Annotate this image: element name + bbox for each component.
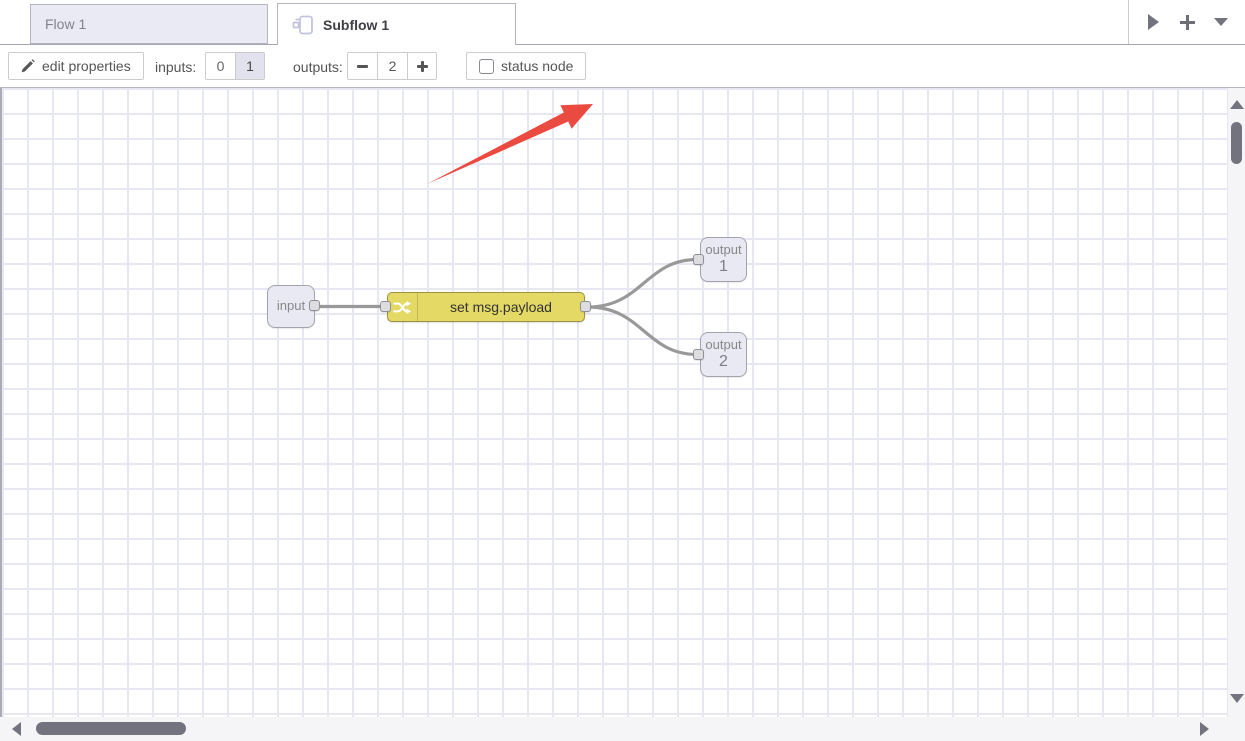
- add-flow-button[interactable]: [1173, 7, 1201, 37]
- scroll-left-button[interactable]: [8, 720, 25, 737]
- port-input-out[interactable]: [309, 300, 320, 311]
- node-subflow-output-1[interactable]: output1: [700, 237, 747, 282]
- decrease-outputs-button[interactable]: [348, 53, 377, 79]
- minus-icon: [357, 65, 368, 68]
- vertical-scrollbar[interactable]: [1228, 88, 1245, 741]
- port-change-out[interactable]: [580, 301, 591, 312]
- node-label: set msg.payload: [418, 293, 584, 321]
- status-node-checkbox[interactable]: [479, 59, 494, 74]
- inputs-option-0[interactable]: 0: [206, 53, 235, 79]
- scroll-left-icon: [12, 722, 21, 736]
- scroll-right-button[interactable]: [1196, 720, 1213, 737]
- tab-label: Flow 1: [45, 16, 86, 32]
- scroll-down-button[interactable]: [1228, 690, 1245, 707]
- add-flow-icon: [1180, 15, 1195, 30]
- scroll-tabs-right-icon: [1148, 14, 1159, 30]
- port-output1-in[interactable]: [693, 254, 704, 265]
- status-node-label: status node: [501, 58, 573, 74]
- node-label: output2: [705, 338, 741, 371]
- vertical-scrollbar-thumb[interactable]: [1231, 122, 1242, 164]
- inputs-toggle: 0 1: [205, 52, 265, 80]
- status-node-toggle[interactable]: status node: [466, 52, 586, 80]
- scroll-down-icon: [1230, 694, 1244, 703]
- tab-subflow-1[interactable]: Subflow 1: [277, 3, 516, 45]
- scroll-tabs-right-button[interactable]: [1139, 7, 1167, 37]
- pencil-icon: [21, 59, 35, 73]
- increase-outputs-button[interactable]: [407, 53, 436, 79]
- outputs-stepper: 2: [347, 52, 437, 80]
- inputs-option-1[interactable]: 1: [235, 53, 264, 79]
- horizontal-scrollbar-thumb[interactable]: [36, 722, 186, 735]
- workspace-tabbar: Flow 1 Subflow 1: [0, 0, 1245, 45]
- wire-change-to-output1: [588, 260, 697, 308]
- edit-properties-label: edit properties: [42, 58, 131, 74]
- tab-list-dropdown-button[interactable]: [1207, 7, 1235, 37]
- wires-layer: [2, 88, 1228, 717]
- tab-flow-1[interactable]: Flow 1: [30, 4, 268, 44]
- node-label: input: [277, 299, 305, 314]
- tab-label: Subflow 1: [323, 17, 389, 33]
- node-subflow-input[interactable]: input: [267, 285, 315, 328]
- wire-change-to-output2: [588, 307, 697, 355]
- flow-canvas[interactable]: input set msg.payload output1 output2: [0, 88, 1228, 717]
- subflow-icon: [292, 14, 314, 36]
- tab-list-dropdown-icon: [1214, 18, 1228, 26]
- scroll-up-icon: [1230, 100, 1244, 109]
- shuffle-icon: [393, 299, 412, 316]
- port-output2-in[interactable]: [693, 349, 704, 360]
- plus-icon: [417, 61, 428, 72]
- node-change[interactable]: set msg.payload: [387, 292, 585, 322]
- horizontal-scrollbar[interactable]: [0, 717, 1228, 741]
- tabbar-controls: [1128, 0, 1245, 44]
- node-label: output1: [705, 243, 741, 276]
- subflow-toolbar: edit properties inputs: 0 1 outputs: 2 s…: [0, 45, 1245, 88]
- node-red-editor: Flow 1 Subflow 1 edit properties inputs:…: [0, 0, 1245, 741]
- scroll-up-button[interactable]: [1228, 96, 1245, 113]
- edit-properties-button[interactable]: edit properties: [8, 52, 144, 80]
- outputs-label: outputs:: [293, 59, 343, 75]
- scroll-right-icon: [1200, 722, 1209, 736]
- node-icon-box: [388, 293, 418, 321]
- outputs-value: 2: [377, 53, 407, 79]
- node-subflow-output-2[interactable]: output2: [700, 332, 747, 377]
- inputs-label: inputs:: [155, 59, 196, 75]
- port-change-in[interactable]: [380, 301, 391, 312]
